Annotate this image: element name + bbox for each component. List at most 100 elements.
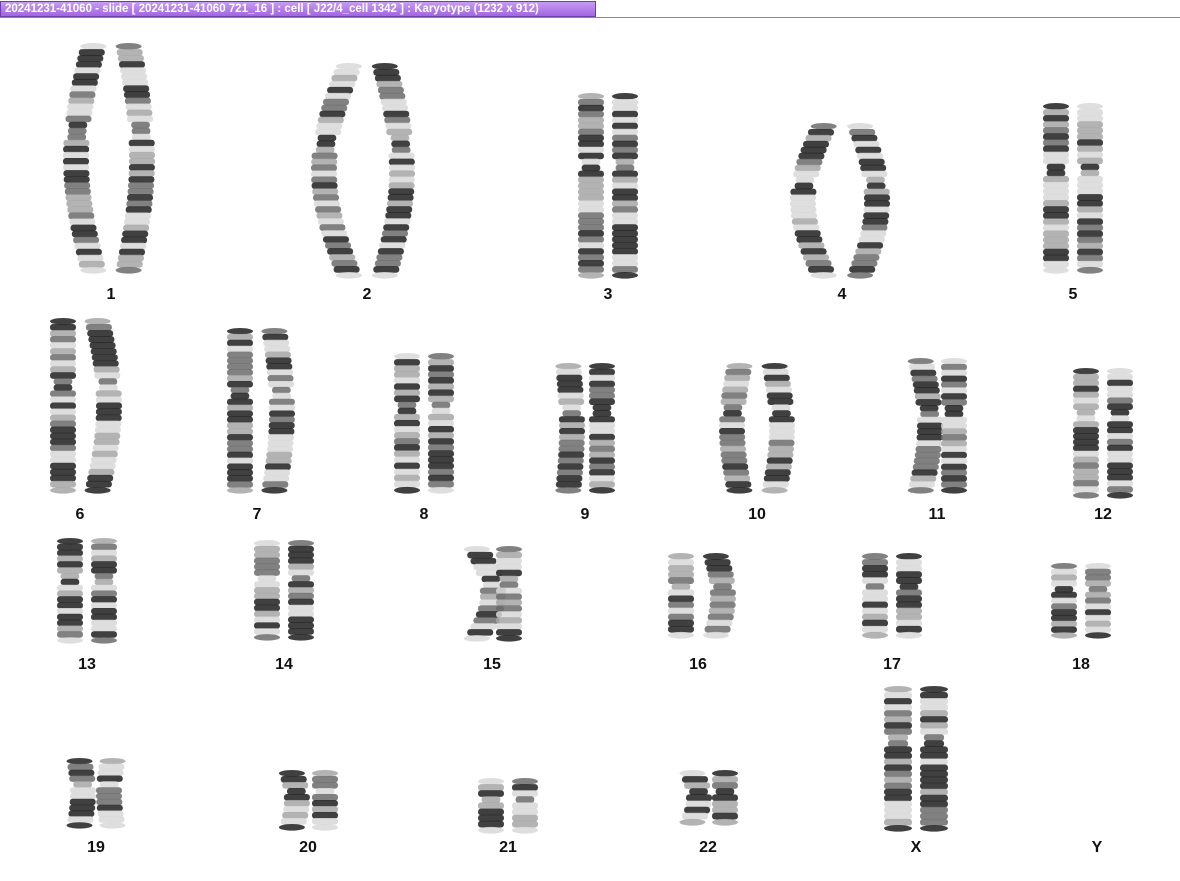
- chromosome-12-b[interactable]: [1107, 368, 1133, 499]
- chromosome-band: [863, 188, 890, 196]
- chromosome-band: [920, 758, 948, 766]
- chromosome-band: [71, 79, 98, 86]
- chromosome-band: [612, 176, 638, 184]
- chromosome-band: [941, 434, 967, 441]
- chromosome-band: [254, 545, 280, 553]
- chromosome-band: [127, 188, 154, 195]
- chromosome-8-b[interactable]: [428, 353, 454, 494]
- chromosome-band: [916, 416, 943, 424]
- chromosome-2-b[interactable]: [371, 63, 415, 279]
- chromosome-band: [1077, 242, 1103, 250]
- chromosome-band: [884, 752, 912, 760]
- chromosome-band: [428, 480, 454, 488]
- chromosome-band: [473, 563, 500, 571]
- chromosome-band: [884, 692, 912, 699]
- chromosome-band: [335, 63, 362, 70]
- chromosome-9-b[interactable]: [589, 363, 615, 494]
- chromosome-band: [861, 224, 888, 231]
- chromosome-band: [57, 590, 83, 597]
- chromosome-19-a[interactable]: [66, 758, 97, 829]
- chromosome-11-b[interactable]: [941, 358, 967, 494]
- chromosome-band: [612, 182, 638, 190]
- chromosome-3-b[interactable]: [612, 93, 638, 279]
- chromosome-band: [887, 734, 909, 741]
- chromosome-16-b[interactable]: [702, 553, 736, 639]
- chromosome-14-a[interactable]: [254, 540, 280, 641]
- chromosome-band: [496, 563, 522, 571]
- chromosome-band: [1043, 103, 1069, 110]
- chromosome-15-b[interactable]: [496, 546, 522, 642]
- chromosome-21-a[interactable]: [478, 778, 504, 834]
- chromosome-band: [896, 571, 922, 578]
- chromosome-band: [496, 617, 522, 624]
- chromosome-3-a[interactable]: [578, 93, 604, 279]
- chromosome-band: [919, 405, 939, 412]
- chromosome-band: [851, 260, 878, 267]
- chromosome-band: [1073, 433, 1099, 440]
- chromosome-13-a[interactable]: [57, 538, 83, 644]
- chromosome-band: [1085, 591, 1111, 599]
- chromosome-band: [127, 115, 153, 123]
- chromosome-band: [941, 428, 967, 435]
- chromosome-20-b[interactable]: [312, 770, 338, 831]
- chromosome-band: [428, 359, 454, 366]
- chromosome-band: [91, 555, 117, 562]
- chromosome-band: [884, 716, 912, 723]
- chromosome-band: [1043, 145, 1069, 153]
- chromosome-17-b[interactable]: [896, 553, 922, 639]
- chromosome-band: [941, 481, 967, 488]
- chromosome-x-a[interactable]: [884, 686, 912, 832]
- chromosome-7-b[interactable]: [261, 328, 295, 494]
- chromosome-10-a[interactable]: [719, 363, 753, 494]
- chromosome-5-a[interactable]: [1043, 103, 1069, 274]
- chromosome-band: [379, 242, 406, 249]
- chromosome-1-a[interactable]: [63, 43, 107, 274]
- chromosome-18-b[interactable]: [1085, 563, 1111, 639]
- chromosome-band: [578, 242, 604, 249]
- chromosome-band: [316, 140, 336, 148]
- chromosome-21-b[interactable]: [512, 778, 538, 834]
- chromosome-band: [896, 631, 922, 639]
- chromosome-8-a[interactable]: [394, 353, 420, 494]
- chromosome-10-b[interactable]: [761, 363, 795, 494]
- chromosome-18-a[interactable]: [1051, 563, 1077, 639]
- chromosome-4-b[interactable]: [847, 123, 890, 279]
- chromosome-x-b[interactable]: [920, 686, 948, 832]
- chromosome-4-a[interactable]: [790, 123, 837, 279]
- chromosome-19-b[interactable]: [96, 758, 126, 829]
- chromosome-13-b[interactable]: [91, 538, 117, 644]
- chromosome-band: [562, 404, 581, 411]
- chromosome-1-b[interactable]: [115, 43, 155, 274]
- chromosome-22-a[interactable]: [679, 770, 712, 826]
- chromosome-band: [671, 583, 691, 591]
- chromosome-16-a[interactable]: [668, 553, 694, 639]
- chromosome-band: [478, 784, 504, 791]
- chromosome-band: [428, 413, 454, 421]
- chromosome-band: [512, 778, 538, 785]
- chromosome-20-a[interactable]: [278, 770, 310, 831]
- window-title-tab[interactable]: 20241231-41060 - slide [ 20241231-41060 …: [0, 1, 596, 17]
- chromosome-6-a[interactable]: [50, 318, 76, 494]
- chromosome-5-b[interactable]: [1077, 103, 1103, 274]
- chromosome-band: [92, 360, 119, 367]
- chromosome-band: [377, 248, 404, 255]
- chromosome-band: [230, 386, 250, 394]
- chromosome-band: [388, 152, 415, 160]
- chromosome-band: [394, 413, 420, 421]
- chromosome-band: [1043, 115, 1069, 122]
- chromosome-band: [50, 462, 76, 470]
- chromosome-22-b[interactable]: [712, 770, 738, 826]
- chromosome-6-b[interactable]: [84, 318, 122, 494]
- chromosome-17-a[interactable]: [862, 553, 888, 639]
- chromosome-11-a[interactable]: [907, 358, 943, 494]
- chromosome-2-a[interactable]: [311, 63, 362, 279]
- chromosome-14-b[interactable]: [288, 540, 314, 641]
- chromosome-band: [267, 440, 294, 447]
- chromosome-band: [1073, 444, 1099, 452]
- chromosome-12-a[interactable]: [1073, 368, 1099, 499]
- chromosome-band: [578, 140, 604, 148]
- chromosome-9-a[interactable]: [555, 363, 585, 494]
- chromosome-band: [389, 170, 415, 178]
- chromosome-7-a[interactable]: [227, 328, 253, 494]
- chromosome-band: [78, 260, 105, 268]
